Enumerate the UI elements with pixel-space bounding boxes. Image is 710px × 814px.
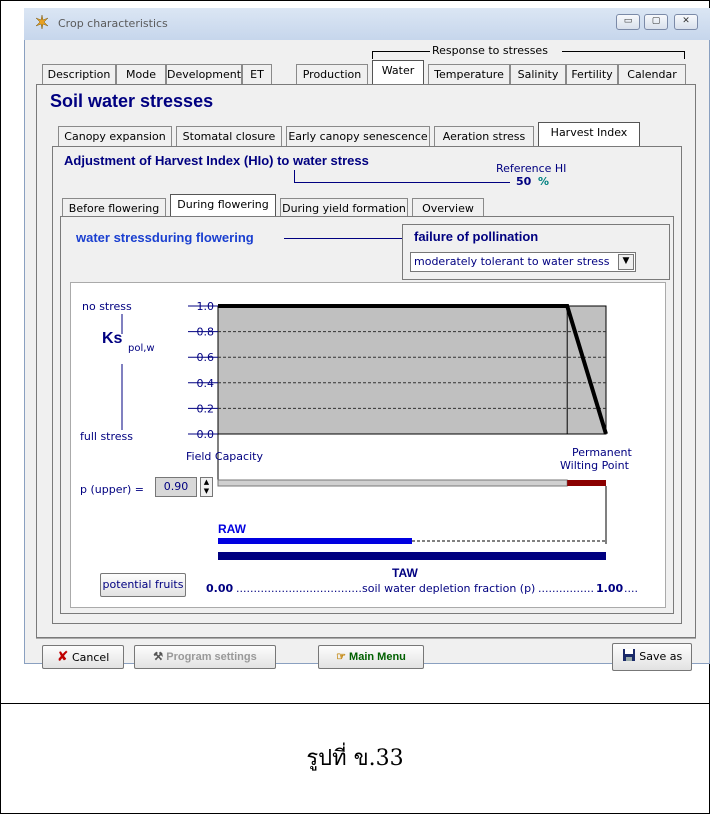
frame-divider xyxy=(0,703,710,704)
tab-description[interactable]: Description xyxy=(42,64,116,84)
figure-caption: รูปที่ ข.33 xyxy=(306,746,404,771)
y-tick-label: 0.6 xyxy=(197,351,215,364)
main-menu-button[interactable]: ☞ Main Menu xyxy=(318,645,424,669)
taw-label: TAW xyxy=(392,566,418,580)
water-stress-label: water stressduring flowering xyxy=(76,230,254,245)
response-to-stresses-label: Response to stresses xyxy=(432,44,548,57)
x-axis-dots-left: ........................................… xyxy=(236,582,362,595)
taw-bar xyxy=(218,552,606,560)
p-upper-bar xyxy=(217,479,568,487)
chevron-down-icon[interactable]: ▼ xyxy=(618,254,634,270)
y-tick-label: 1.0 xyxy=(197,300,215,313)
field-capacity-label: Field Capacity xyxy=(186,450,263,463)
tab-stomatal-closure[interactable]: Stomatal closure xyxy=(176,126,282,146)
hi-heading: Adjustment of Harvest Index (HIo) to wat… xyxy=(64,153,369,168)
full-stress-label: full stress xyxy=(80,430,134,443)
cancel-button[interactable]: ✘ Cancel xyxy=(42,645,124,669)
save-as-label: Save as xyxy=(639,650,683,663)
floppy-disk-icon xyxy=(622,649,635,661)
tab-aeration-stress[interactable]: Aeration stress xyxy=(434,126,534,146)
hi-connector-horizontal xyxy=(294,182,510,183)
pwp-label-line2: Wilting Point xyxy=(560,459,629,472)
x-axis-start: 0.00 xyxy=(206,582,234,595)
tab-during-yield-formation[interactable]: During yield formation xyxy=(280,198,408,218)
failure-of-pollination-label: failure of pollination xyxy=(414,229,539,244)
y-tick-label: 0.0 xyxy=(197,428,215,441)
ks-subscript: pol,w xyxy=(128,343,155,354)
save-as-button[interactable]: Save as xyxy=(612,643,692,671)
tab-salinity[interactable]: Salinity xyxy=(510,64,566,84)
stress-chart: 1.0 0.8 0.6 0.4 0.2 0.0 xyxy=(121,300,608,560)
bottom-separator xyxy=(36,638,696,639)
page-title: Soil water stresses xyxy=(50,91,214,111)
tab-before-flowering[interactable]: Before flowering xyxy=(62,198,166,218)
tab-development[interactable]: Development xyxy=(166,64,242,84)
pointing-hand-icon: ☞ xyxy=(336,651,346,663)
tab-early-canopy-senescence[interactable]: Early canopy senescence xyxy=(286,126,430,146)
window-title: Crop characteristics xyxy=(58,17,168,30)
y-tick-label: 0.2 xyxy=(197,402,215,415)
tab-production[interactable]: Production xyxy=(296,64,368,84)
ks-label: Ks xyxy=(102,330,123,347)
cancel-label: Cancel xyxy=(71,651,110,664)
stress-group-line-right xyxy=(562,51,684,52)
hi-connector-vertical xyxy=(294,170,295,182)
main-menu-label: Main Menu xyxy=(349,651,406,663)
reference-hi-unit: % xyxy=(538,175,550,188)
p-upper-label: p (upper) = xyxy=(80,483,145,496)
tab-mode[interactable]: Mode xyxy=(116,64,166,84)
tab-overview[interactable]: Overview xyxy=(412,198,484,218)
tab-calendar[interactable]: Calendar xyxy=(618,64,686,84)
maximize-button[interactable]: ▢ xyxy=(644,14,668,30)
pwp-label-line1: Permanent xyxy=(572,446,632,459)
tab-water[interactable]: Water xyxy=(372,60,424,85)
x-axis-title: soil water depletion fraction (p) xyxy=(362,582,536,595)
potential-fruits-button[interactable]: potential fruits xyxy=(100,573,186,597)
reference-hi-label: Reference HI xyxy=(496,162,567,175)
tab-harvest-index[interactable]: Harvest Index xyxy=(538,122,640,147)
p-upper-remaining-bar xyxy=(567,480,606,486)
plot-area xyxy=(217,305,607,435)
tab-temperature[interactable]: Temperature xyxy=(428,64,510,84)
cancel-x-icon: ✘ xyxy=(56,649,69,665)
ws-connector xyxy=(284,238,402,239)
p-upper-input[interactable]: 0.90 xyxy=(155,477,197,497)
close-button[interactable]: ✕ xyxy=(674,14,698,30)
tolerance-select[interactable]: moderately tolerant to water stress xyxy=(410,252,636,272)
no-stress-label: no stress xyxy=(82,300,132,313)
raw-bar xyxy=(218,538,412,544)
tab-fertility[interactable]: Fertility xyxy=(566,64,618,84)
app-icon xyxy=(35,14,49,30)
x-axis-end: 1.00 xyxy=(596,582,624,595)
p-upper-stepper[interactable]: ▲ ▼ xyxy=(200,477,213,497)
stress-group-tick-right xyxy=(684,51,685,59)
x-axis-dots-tail: .... xyxy=(624,582,638,595)
minimize-button[interactable]: ▭ xyxy=(616,14,640,30)
x-axis-dots-right: ........................... xyxy=(538,582,594,595)
tab-canopy-expansion[interactable]: Canopy expansion xyxy=(58,126,172,146)
stress-group-line-left xyxy=(372,51,430,52)
settings-tool-icon: ⚒ xyxy=(153,651,164,663)
y-tick-label: 0.8 xyxy=(197,326,215,339)
reference-hi-value: 50 xyxy=(516,175,532,188)
stress-group-tick-left xyxy=(372,51,373,59)
raw-label: RAW xyxy=(218,522,246,536)
tab-et[interactable]: ET xyxy=(242,64,272,84)
program-settings-label: Program settings xyxy=(166,651,257,663)
program-settings-button[interactable]: ⚒ Program settings xyxy=(134,645,276,669)
y-tick-label: 0.4 xyxy=(197,377,215,390)
